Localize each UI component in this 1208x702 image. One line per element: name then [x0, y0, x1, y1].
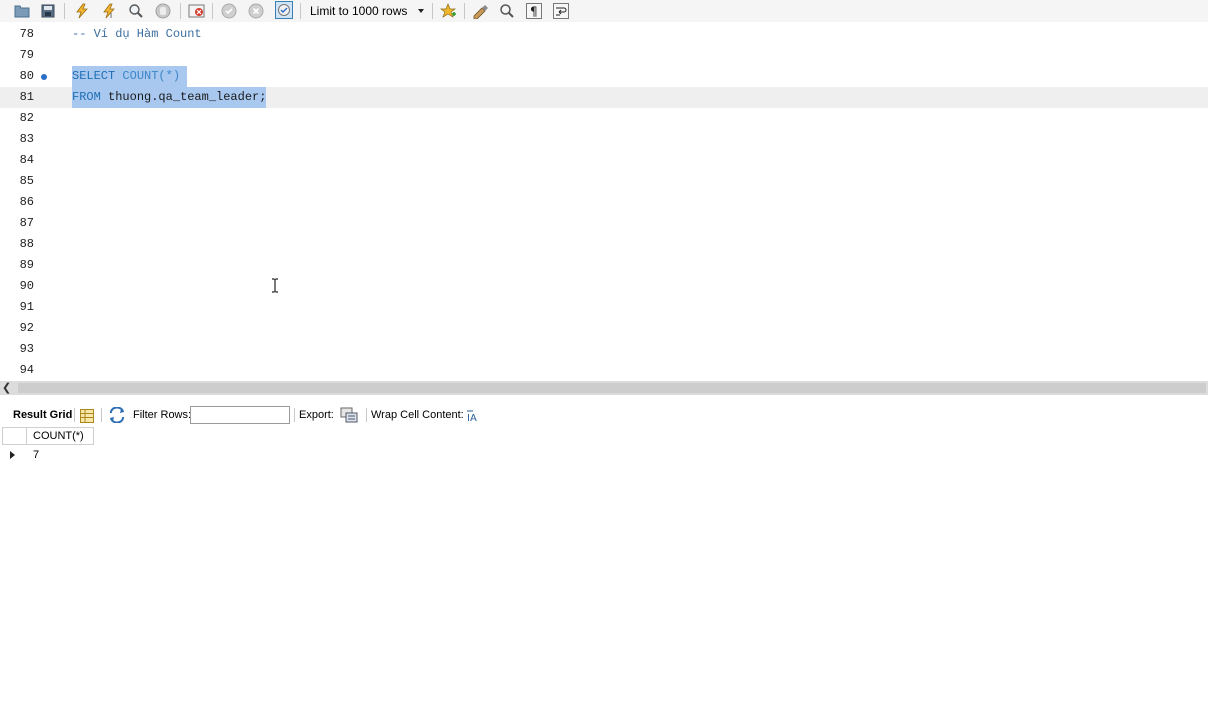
- line-number: 93: [19, 342, 34, 356]
- find-icon[interactable]: [498, 2, 516, 20]
- column-header[interactable]: COUNT(*): [27, 427, 94, 445]
- line-number: 84: [19, 153, 34, 167]
- grid-header-row: COUNT(*): [2, 427, 94, 446]
- grid-corner[interactable]: [2, 427, 27, 445]
- rollback-icon[interactable]: [247, 2, 265, 20]
- toolbar-divider: [64, 3, 65, 19]
- svg-text:I: I: [110, 12, 112, 19]
- execute-current-icon[interactable]: I: [100, 2, 118, 20]
- line-number: 92: [19, 321, 34, 335]
- table-row[interactable]: 7: [2, 447, 100, 464]
- code-line-current: 81 FROM thuong.qa_team_leader;: [0, 87, 1208, 108]
- line-number: 94: [19, 363, 34, 377]
- line-number: 90: [19, 279, 34, 293]
- row-header[interactable]: [2, 447, 27, 464]
- code-line: 94: [0, 360, 1208, 381]
- code-line: 87: [0, 213, 1208, 234]
- filter-rows-input[interactable]: [190, 406, 290, 424]
- line-number: 88: [19, 237, 34, 251]
- current-row-icon: [10, 451, 15, 459]
- toolbar-divider: [180, 3, 181, 19]
- code-line: 85: [0, 171, 1208, 192]
- wrap-cell-label: Wrap Cell Content:: [371, 409, 464, 421]
- line-number: 87: [19, 216, 34, 230]
- sql-editor-toolbar: I Limit to 1000 rows ¶: [0, 0, 1208, 22]
- toolbar-divider: [300, 3, 301, 19]
- sql-function: COUNT(*): [122, 69, 181, 83]
- table-reference: thuong.qa_team_leader;: [108, 90, 267, 104]
- toolbar-divider: [366, 408, 367, 422]
- result-grid-tab[interactable]: Result Grid: [13, 403, 72, 427]
- code-line: 91: [0, 297, 1208, 318]
- line-number: 91: [19, 300, 34, 314]
- code-comment: -- Ví dụ Hàm Count: [72, 27, 202, 41]
- wrap-icon[interactable]: [552, 2, 570, 20]
- line-number: 85: [19, 174, 34, 188]
- toolbar-divider: [74, 408, 75, 422]
- row-limit-label: Limit to 1000 rows: [310, 4, 408, 18]
- explain-icon[interactable]: [127, 2, 145, 20]
- code-line: 79: [0, 45, 1208, 66]
- horizontal-scrollbar[interactable]: ❮: [0, 381, 1208, 395]
- toolbar-divider: [294, 408, 295, 422]
- result-toolbar: Result Grid Filter Rows: Export: Wrap Ce…: [0, 403, 1208, 427]
- export-label: Export:: [299, 409, 334, 421]
- svg-text:IA: IA: [467, 413, 477, 423]
- commit-icon[interactable]: [220, 2, 238, 20]
- toolbar-divider: [101, 408, 102, 422]
- line-number: 78: [19, 27, 34, 41]
- statement-marker-icon: [41, 74, 47, 80]
- sql-keyword: FROM: [72, 90, 101, 104]
- code-line: 89: [0, 255, 1208, 276]
- line-number: 81: [19, 90, 34, 104]
- selected-code: SELECT COUNT(*): [72, 66, 188, 87]
- stop-icon[interactable]: [154, 2, 172, 20]
- text-cursor-icon: [272, 278, 278, 293]
- line-number: 89: [19, 258, 34, 272]
- line-number: 80: [19, 69, 34, 83]
- code-line: 88: [0, 234, 1208, 255]
- toolbar-divider: [432, 3, 433, 19]
- scroll-left-icon[interactable]: ❮: [2, 383, 14, 394]
- autocommit-icon[interactable]: [275, 1, 293, 19]
- code-line: 86: [0, 192, 1208, 213]
- code-line: 83: [0, 129, 1208, 150]
- scrollbar-thumb[interactable]: [18, 383, 1206, 393]
- sql-editor[interactable]: 78 -- Ví dụ Hàm Count 79 80 SELECT COUNT…: [0, 24, 1208, 381]
- selected-code: FROM thuong.qa_team_leader;: [72, 87, 267, 108]
- save-icon[interactable]: [39, 2, 57, 20]
- line-number: 82: [19, 111, 34, 125]
- code-line: 93: [0, 339, 1208, 360]
- code-line: 80 SELECT COUNT(*): [0, 66, 1208, 87]
- invisible-chars-icon[interactable]: ¶: [525, 2, 543, 20]
- sql-keyword: SELECT: [72, 69, 116, 83]
- code-line: 90: [0, 276, 1208, 297]
- bookmark-icon[interactable]: [439, 2, 457, 20]
- table-cell[interactable]: 7: [27, 447, 100, 464]
- toggle-error-icon[interactable]: [187, 2, 205, 20]
- toolbar-divider: [212, 3, 213, 19]
- svg-text:¶: ¶: [530, 5, 538, 19]
- beautify-icon[interactable]: [471, 2, 489, 20]
- line-number: 79: [19, 48, 34, 62]
- code-line: 82: [0, 108, 1208, 129]
- open-folder-icon[interactable]: [13, 2, 31, 20]
- filter-rows-label: Filter Rows:: [133, 409, 192, 421]
- toolbar-divider: [464, 3, 465, 19]
- result-grid: COUNT(*) 7: [0, 427, 1208, 702]
- line-number: 83: [19, 132, 34, 146]
- code-line: 84: [0, 150, 1208, 171]
- row-limit-select[interactable]: Limit to 1000 rows: [306, 2, 428, 20]
- execute-icon[interactable]: [73, 2, 91, 20]
- line-number: 86: [19, 195, 34, 209]
- chevron-down-icon: [418, 9, 424, 13]
- code-line: 92: [0, 318, 1208, 339]
- code-line: 78 -- Ví dụ Hàm Count: [0, 24, 1208, 45]
